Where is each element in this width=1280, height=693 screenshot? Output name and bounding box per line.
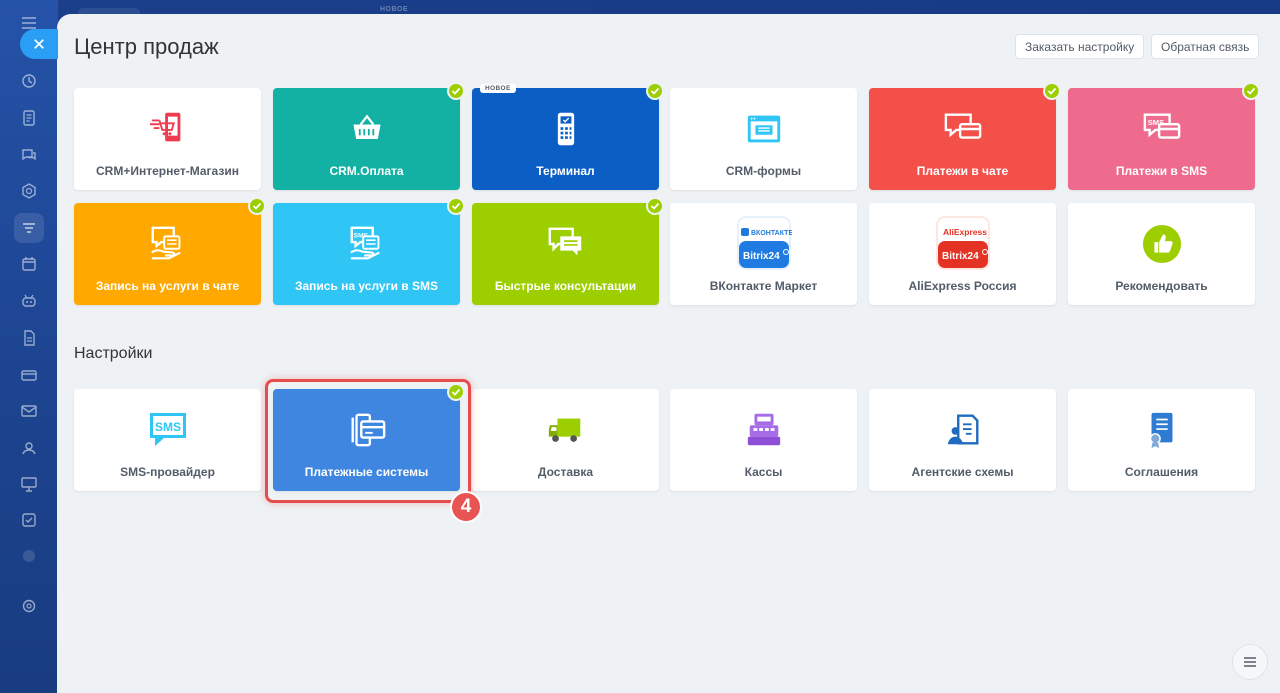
sms-icon-text: SMS — [155, 420, 181, 434]
ghost-new-label: НОВОЕ — [380, 6, 408, 13]
tutorial-highlight-frame — [265, 379, 471, 503]
order-setup-button[interactable]: Заказать настройку — [1015, 34, 1145, 59]
close-icon — [34, 39, 44, 49]
sales-funnel-icon[interactable] — [14, 66, 44, 96]
vk-bitrix-icon: ВКОНТАКТЕ Bitrix24 — [736, 215, 792, 271]
document-icon[interactable] — [14, 323, 44, 353]
tasks-icon[interactable] — [14, 103, 44, 133]
tile-agreements[interactable]: Соглашения — [1068, 389, 1255, 491]
step-number-badge: 4 — [450, 491, 482, 523]
thumbs-up-icon — [1141, 223, 1183, 265]
tile-label: Кассы — [744, 465, 783, 479]
sales-center-panel: Центр продаж Заказать настройку Обратная… — [57, 14, 1280, 693]
tile-label: SMS-провайдер — [120, 465, 215, 479]
tile-chat-payments[interactable]: Платежи в чате — [869, 82, 1061, 190]
tile-agent-schemes[interactable]: Агентские схемы — [869, 389, 1056, 491]
terminal-icon — [545, 108, 587, 150]
tile-cash-registers[interactable]: Кассы — [670, 389, 857, 491]
hexagon-icon[interactable] — [14, 176, 44, 206]
tile-chat-booking[interactable]: Запись на услуги в чате — [74, 197, 266, 305]
tile-label: CRM-формы — [725, 164, 802, 178]
chat-booking-icon — [147, 223, 189, 265]
tile-label: Платежи в чате — [916, 164, 1009, 178]
tile-sms-provider[interactable]: SMS SMS-провайдер — [74, 389, 261, 491]
sms-booking-icon: SMS — [346, 223, 388, 265]
chat-icon[interactable] — [14, 140, 44, 170]
robot-icon[interactable] — [14, 286, 44, 316]
aliexpress-bitrix-icon: AliExpress Bitrix24 — [935, 215, 991, 271]
sms-provider-icon: SMS — [147, 409, 189, 451]
sms-card-icon: SMS — [1141, 108, 1183, 150]
left-sidebar — [0, 0, 58, 693]
close-slider-button[interactable] — [20, 29, 58, 59]
tile-sms-booking[interactable]: SMS Запись на услуги в SMS — [273, 197, 465, 305]
tile-label: AliExpress Россия — [908, 279, 1017, 293]
truck-icon — [545, 409, 587, 451]
tile-label: Платежи в SMS — [1115, 164, 1208, 178]
page-title: Центр продаж — [74, 34, 219, 59]
tile-crm-shop[interactable]: CRM+Интернет-Магазин — [74, 88, 261, 190]
chat-card-icon — [942, 108, 984, 150]
checked-icon — [1242, 82, 1260, 100]
top-strip: НОВОЕ — [58, 0, 1280, 18]
checked-icon — [447, 82, 465, 100]
checkbox-icon[interactable] — [14, 505, 44, 535]
contacts-icon[interactable] — [14, 433, 44, 463]
tile-label: Доставка — [537, 465, 594, 479]
form-window-icon — [743, 108, 785, 150]
tile-aliexpress[interactable]: AliExpress Bitrix24 AliExpress Россия — [869, 203, 1056, 305]
settings-section-title: Настройки — [74, 345, 153, 362]
chat-consult-icon — [545, 223, 587, 265]
tile-delivery[interactable]: Доставка — [472, 389, 659, 491]
aliexpress-logo-text: AliExpress — [943, 227, 987, 237]
feedback-button[interactable]: Обратная связь — [1151, 34, 1260, 59]
tile-sms-payments[interactable]: SMS Платежи в SMS — [1068, 82, 1260, 190]
presentation-icon[interactable] — [14, 469, 44, 499]
checked-icon — [646, 82, 664, 100]
list-menu-button[interactable] — [1232, 644, 1268, 680]
tile-label: Терминал — [536, 164, 595, 178]
filter-icon[interactable] — [14, 213, 44, 243]
calendar-icon[interactable] — [14, 249, 44, 279]
tile-label: Запись на услуги в SMS — [294, 279, 439, 293]
list-icon — [1244, 657, 1256, 667]
new-badge: НОВОЕ — [480, 84, 516, 93]
vk-logo-text: ВКОНТАКТЕ — [751, 230, 792, 237]
tile-label: CRM.Оплата — [329, 164, 404, 178]
tile-terminal[interactable]: НОВОЕ Терминал — [472, 82, 664, 190]
basket-icon — [346, 108, 388, 150]
card-icon[interactable] — [14, 360, 44, 390]
tile-label: Агентские схемы — [911, 465, 1014, 479]
tile-crm-payment[interactable]: CRM.Оплата — [273, 82, 465, 190]
tile-quick-consult[interactable]: Быстрые консультации — [472, 197, 664, 305]
tile-label: Рекомендовать — [1115, 279, 1208, 293]
tile-label: ВКонтакте Маркет — [709, 279, 818, 293]
tile-label: CRM+Интернет-Магазин — [96, 164, 239, 178]
tile-recommend[interactable]: Рекомендовать — [1068, 203, 1255, 305]
bitrix-logo-text: Bitrix24 — [743, 251, 780, 262]
tile-label: Соглашения — [1124, 465, 1199, 479]
tile-crm-forms[interactable]: CRM-формы — [670, 88, 857, 190]
tile-label: Запись на услуги в чате — [95, 279, 240, 293]
checked-icon — [447, 197, 465, 215]
checked-icon — [646, 197, 664, 215]
checked-icon — [1043, 82, 1061, 100]
shop-phone-icon — [147, 108, 189, 150]
bitrix-logo-text: Bitrix24 — [942, 251, 979, 262]
agreements-icon — [1141, 409, 1183, 451]
user-initial-icon[interactable] — [14, 541, 44, 571]
mail-icon[interactable] — [14, 396, 44, 426]
tile-vk-market[interactable]: ВКОНТАКТЕ Bitrix24 ВКонтакте Маркет — [670, 203, 857, 305]
tile-label: Быстрые консультации — [494, 279, 637, 293]
cash-register-icon — [743, 409, 785, 451]
agent-schemes-icon — [942, 409, 984, 451]
settings-gear-icon[interactable] — [14, 591, 44, 621]
checked-icon — [248, 197, 266, 215]
